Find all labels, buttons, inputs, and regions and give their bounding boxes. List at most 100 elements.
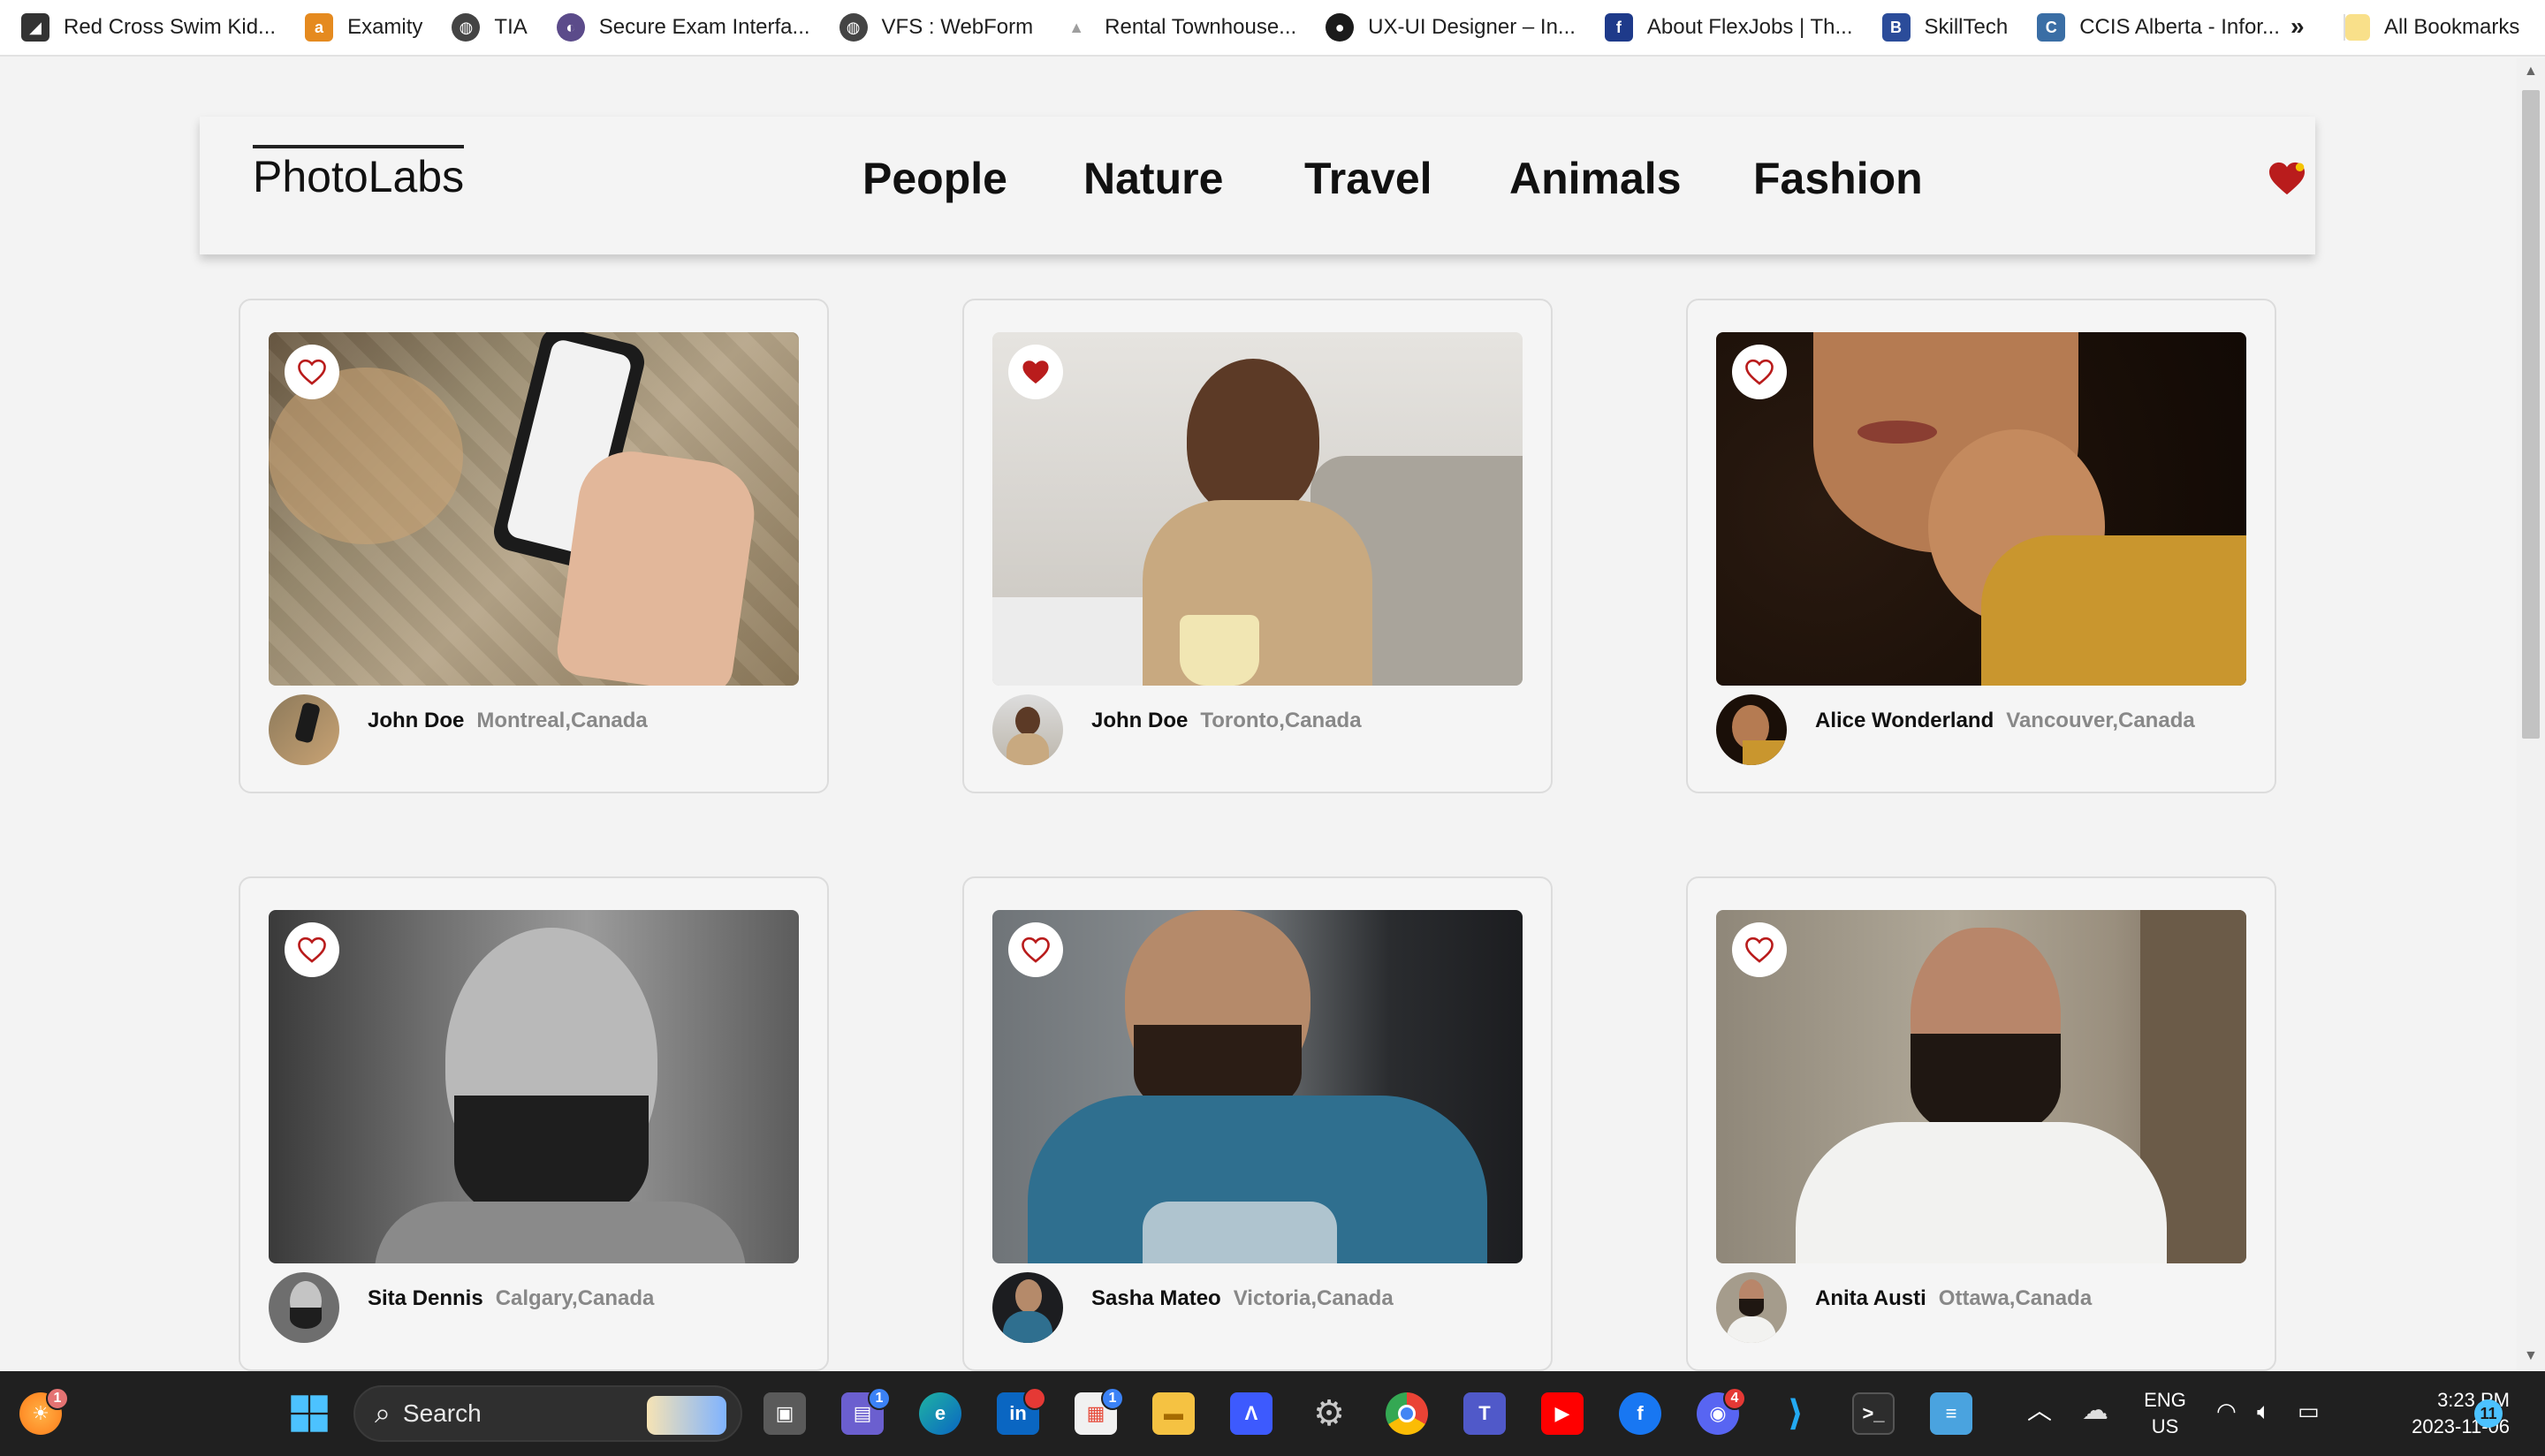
photo-card[interactable]: Alice Wonderland Vancouver,Canada: [1686, 299, 2276, 793]
bookmark-skilltech[interactable]: B SkillTech: [1881, 13, 2008, 42]
edge-icon[interactable]: e: [919, 1392, 961, 1435]
photo-image[interactable]: [1716, 910, 2246, 1263]
topic-people[interactable]: People: [862, 152, 1007, 205]
favorites-heart-icon[interactable]: [2268, 161, 2306, 196]
settings-icon[interactable]: ⚙: [1308, 1392, 1350, 1435]
wifi-icon[interactable]: ◠: [2216, 1398, 2237, 1424]
avatar: [269, 694, 339, 765]
notification-center-icon[interactable]: 11: [2474, 1399, 2503, 1428]
top-navigation-bar: PhotoLabs People Nature Travel Animals F…: [200, 117, 2315, 254]
photo-image[interactable]: [992, 332, 1523, 686]
topic-animals[interactable]: Animals: [1509, 152, 1682, 205]
bookmark-label: About FlexJobs | Th...: [1646, 15, 1853, 39]
vertical-scrollbar[interactable]: ▲ ▼: [2517, 58, 2545, 1371]
heart-outline-icon: [1022, 937, 1050, 963]
linkedin-icon[interactable]: in: [997, 1387, 1046, 1435]
photographer-name: Anita Austi: [1815, 1286, 1926, 1310]
bookmark-ccis[interactable]: C CCIS Alberta - Infor...: [2037, 13, 2280, 42]
language-code: ENG: [2144, 1389, 2186, 1411]
volume-icon[interactable]: 🔈︎: [2257, 1398, 2271, 1424]
bookmark-label: Examity: [347, 15, 423, 39]
bookmark-vfs[interactable]: ◍ VFS : WebForm: [839, 13, 1033, 42]
photographer-info: Sita Dennis Calgary,Canada: [368, 1286, 654, 1311]
scroll-up-arrow-icon[interactable]: ▲: [2524, 64, 2538, 80]
bookmark-examity[interactable]: a Examity: [305, 13, 422, 42]
terminal-icon[interactable]: >_: [1852, 1392, 1895, 1435]
topic-fashion[interactable]: Fashion: [1753, 152, 1923, 205]
skilltech-icon: B: [1881, 13, 1911, 42]
taskbar: ☀ 1 ⌕ Search ▣ ▤ 1 e in ▦ 1 ▬ Ʌ ⚙ T ▶ f ◉ 4 …: [0, 1371, 2545, 1456]
heart-outline-icon: [298, 359, 326, 385]
photo-card[interactable]: Anita Austi Ottawa,Canada: [1686, 876, 2276, 1371]
like-button[interactable]: [1732, 922, 1787, 977]
discord-icon[interactable]: ◉ 4: [1697, 1387, 1746, 1435]
photographer-name: John Doe: [368, 709, 465, 732]
widgets-icon[interactable]: ☀ 1: [19, 1387, 69, 1435]
photo-image[interactable]: [992, 910, 1523, 1263]
bookmark-tia[interactable]: ◍ TIA: [452, 13, 528, 42]
bookmark-label: Rental Townhouse...: [1105, 15, 1297, 39]
bookmark-ux-designer[interactable]: ● UX-UI Designer – In...: [1326, 13, 1576, 42]
bookmark-red-cross[interactable]: ◢ Red Cross Swim Kid...: [21, 13, 276, 42]
all-bookmarks-button[interactable]: All Bookmarks: [2344, 14, 2519, 41]
bookmark-label: TIA: [494, 15, 528, 39]
heart-filled-icon: [1022, 360, 1049, 384]
like-button[interactable]: [1732, 345, 1787, 399]
like-button[interactable]: [285, 922, 339, 977]
like-button[interactable]: [1008, 345, 1063, 399]
scroll-down-arrow-icon[interactable]: ▼: [2524, 1348, 2538, 1364]
photo-location: Montreal,Canada: [476, 709, 648, 732]
avatar: [269, 1272, 339, 1343]
start-icon[interactable]: [288, 1392, 330, 1435]
photo-image[interactable]: [269, 332, 799, 686]
search-highlight-icon: [647, 1396, 726, 1435]
red-cross-swim-icon: ◢: [21, 13, 49, 42]
language-indicator[interactable]: ENG US: [2139, 1387, 2192, 1440]
search-icon: ⌕: [375, 1397, 391, 1429]
youtube-icon[interactable]: ▶: [1541, 1392, 1584, 1435]
file-explorer-icon[interactable]: ▬: [1152, 1392, 1195, 1435]
photo-card[interactable]: Sasha Mateo Victoria,Canada: [962, 876, 1553, 1371]
onedrive-icon[interactable]: ☁: [2082, 1398, 2108, 1424]
ux-designer-icon: ●: [1326, 13, 1355, 42]
photographer-name: Sita Dennis: [368, 1286, 483, 1310]
bookmark-label: Red Cross Swim Kid...: [64, 15, 277, 39]
like-button[interactable]: [1008, 922, 1063, 977]
like-button[interactable]: [285, 345, 339, 399]
photo-card[interactable]: John Doe Montreal,Canada: [239, 299, 829, 793]
teams-icon[interactable]: T: [1463, 1392, 1506, 1435]
scrollbar-thumb[interactable]: [2522, 90, 2540, 739]
folder-icon: [2345, 14, 2370, 41]
photo-image[interactable]: [269, 910, 799, 1263]
notepad-icon[interactable]: ≡: [1930, 1392, 1972, 1435]
bookmarks-bar: ◢ Red Cross Swim Kid... a Examity ◍ TIA ◐ Se…: [0, 0, 2545, 57]
page-viewport[interactable]: PhotoLabs People Nature Travel Animals F…: [0, 58, 2517, 1371]
photo-card[interactable]: John Doe Toronto,Canada: [962, 299, 1553, 793]
topic-nature[interactable]: Nature: [1083, 152, 1223, 205]
app-logo[interactable]: PhotoLabs: [253, 145, 465, 201]
chat-icon[interactable]: ▤ 1: [841, 1387, 891, 1435]
avatar: [1716, 1272, 1787, 1343]
bookmark-secure-exam[interactable]: ◐ Secure Exam Interfa...: [556, 13, 810, 42]
bookmark-flexjobs[interactable]: f About FlexJobs | Th...: [1604, 13, 1853, 42]
battery-icon[interactable]: ▭: [2298, 1398, 2320, 1424]
photo-image[interactable]: [1716, 332, 2246, 686]
taskbar-search-box[interactable]: ⌕ Search: [353, 1385, 742, 1442]
photo-card[interactable]: Sita Dennis Calgary,Canada: [239, 876, 829, 1371]
bookmarks-overflow-button[interactable]: »: [2290, 12, 2305, 41]
show-hidden-icons-icon[interactable]: ︿: [2027, 1398, 2052, 1424]
rental-icon: ▲: [1068, 18, 1085, 36]
facebook-icon[interactable]: f: [1619, 1392, 1661, 1435]
vscode-icon[interactable]: ⟩: [1774, 1392, 1817, 1435]
photo-location: Calgary,Canada: [495, 1286, 655, 1310]
bookmark-rental[interactable]: ▲ Rental Townhouse...: [1062, 13, 1296, 42]
vpn-icon[interactable]: Ʌ: [1230, 1392, 1272, 1435]
store-icon[interactable]: ▦ 1: [1075, 1387, 1124, 1435]
photographer-name: Sasha Mateo: [1091, 1286, 1221, 1310]
topic-travel[interactable]: Travel: [1304, 152, 1432, 205]
task-view-icon[interactable]: ▣: [764, 1392, 806, 1435]
photo-location: Toronto,Canada: [1200, 709, 1362, 732]
photographer-info: Alice Wonderland Vancouver,Canada: [1815, 709, 2195, 733]
photographer-info: John Doe Montreal,Canada: [368, 709, 648, 733]
chrome-icon[interactable]: [1386, 1392, 1428, 1435]
